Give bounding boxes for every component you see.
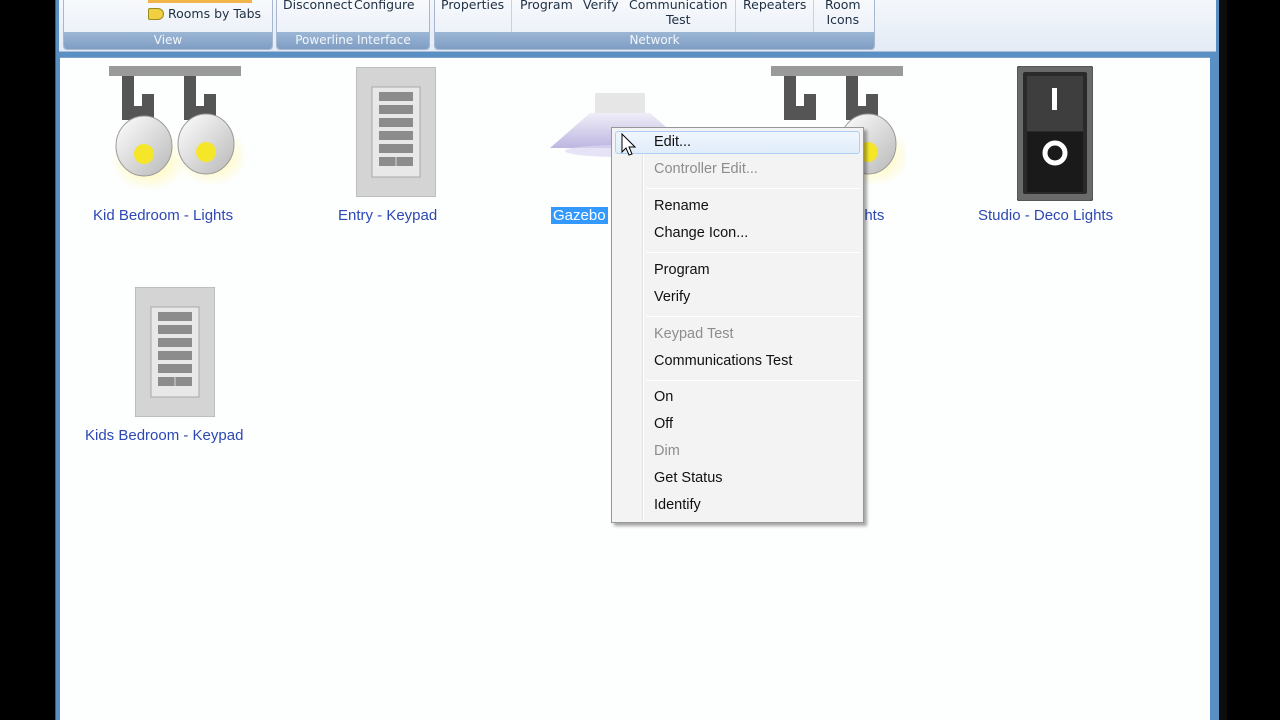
room-icons-line2: Icons — [826, 12, 860, 27]
configure-button[interactable]: Configure — [354, 0, 415, 12]
menu-item-identify[interactable]: Identify — [615, 494, 860, 517]
group-label-view: View — [64, 32, 272, 49]
context-menu: Edit... Controller Edit... Rename Change… — [611, 127, 864, 523]
ribbon-separator — [511, 0, 512, 32]
device-label[interactable]: Kids Bedroom - Keypad — [85, 427, 243, 444]
menu-item-communications-test[interactable]: Communications Test — [615, 350, 860, 373]
disconnect-button[interactable]: Disconnect — [283, 0, 352, 12]
menu-item-rename[interactable]: Rename — [615, 195, 860, 218]
rocker-switch-icon — [1016, 65, 1094, 202]
program-button[interactable]: Program — [520, 0, 573, 12]
rooms-by-tabs-button[interactable]: Rooms by Tabs — [148, 6, 261, 21]
mouse-cursor-icon — [621, 133, 637, 156]
menu-separator — [646, 188, 860, 189]
device-label-selected[interactable]: Gazebo — [551, 207, 608, 224]
group-label-powerline: Powerline Interface — [277, 32, 429, 49]
ribbon-toolbar: Rooms by Tabs View Disconnect Configure … — [59, 0, 1216, 52]
menu-separator — [646, 380, 860, 381]
keypad-icon — [355, 66, 437, 198]
device-entry-keypad[interactable] — [355, 66, 437, 198]
menu-item-get-status[interactable]: Get Status — [615, 467, 860, 490]
tag-icon — [148, 8, 164, 20]
ribbon-group-powerline: Disconnect Configure Powerline Interface — [276, 0, 430, 50]
communication-test-line2: Test — [665, 12, 691, 27]
rooms-by-tabs-label: Rooms by Tabs — [168, 6, 262, 21]
active-view-indicator — [148, 0, 252, 3]
track-light-icon — [109, 66, 248, 191]
room-icons-line1: Room — [825, 0, 861, 12]
keypad-icon — [134, 286, 216, 418]
ribbon-separator — [735, 0, 736, 32]
device-label[interactable]: Kid Bedroom - Lights — [93, 207, 233, 224]
device-label[interactable]: Studio - Deco Lights — [978, 207, 1113, 224]
communication-test-line1: Communication — [629, 0, 728, 12]
menu-separator — [646, 252, 860, 253]
ribbon-group-view: Rooms by Tabs View — [63, 0, 273, 50]
menu-separator — [646, 316, 860, 317]
verify-button[interactable]: Verify — [583, 0, 618, 12]
menu-item-verify[interactable]: Verify — [615, 286, 860, 309]
device-label[interactable]: Entry - Keypad — [338, 207, 437, 224]
menu-item-controller-edit: Controller Edit... — [654, 161, 758, 177]
group-label-network: Network — [435, 32, 874, 49]
ribbon-separator — [813, 0, 814, 32]
menu-item-program[interactable]: Program — [615, 259, 860, 282]
room-icons-button[interactable]: Room Icons — [825, 0, 861, 27]
menu-item-change-icon[interactable]: Change Icon... — [615, 222, 860, 245]
ribbon-group-network: Properties Program Verify Communication … — [434, 0, 875, 50]
communication-test-button[interactable]: Communication Test — [629, 0, 728, 27]
menu-item-on[interactable]: On — [615, 386, 860, 409]
device-kids-bedroom-keypad[interactable] — [134, 286, 216, 418]
device-studio-deco-lights[interactable] — [1016, 65, 1094, 202]
menu-item-off[interactable]: Off — [615, 413, 860, 436]
properties-button[interactable]: Properties — [441, 0, 504, 12]
menu-item-dim: Dim — [654, 443, 680, 459]
menu-item-edit[interactable]: Edit... — [615, 131, 860, 154]
menu-item-keypad-test: Keypad Test — [654, 326, 734, 342]
repeaters-button[interactable]: Repeaters — [743, 0, 806, 12]
